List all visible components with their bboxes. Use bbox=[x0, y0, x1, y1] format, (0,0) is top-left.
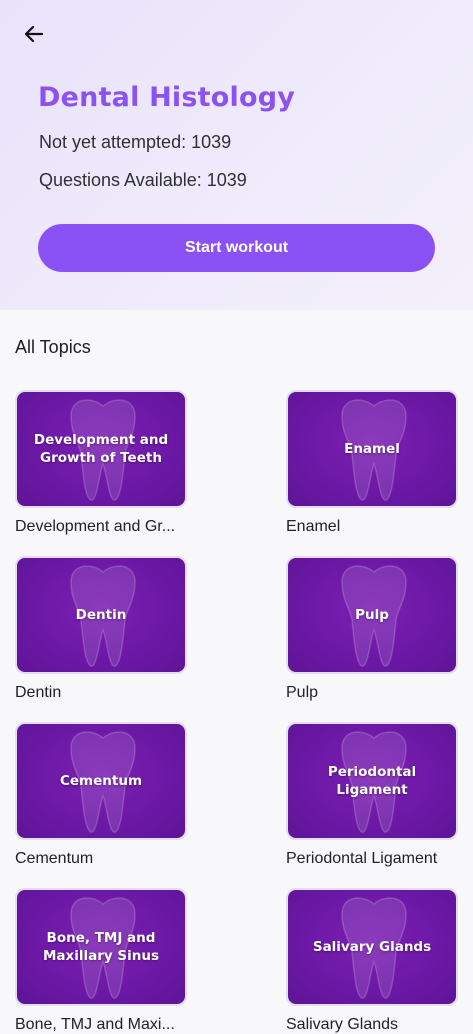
topic-tile: Development and Growth of Teeth bbox=[15, 390, 187, 508]
tile-title: Bone, TMJ and Maxillary Sinus bbox=[42, 930, 159, 964]
topic-card-development[interactable]: Development and Growth of Teeth Developme… bbox=[15, 390, 187, 536]
arrow-left-icon bbox=[24, 25, 44, 43]
topic-tile: Bone, TMJ and Maxillary Sinus bbox=[15, 888, 187, 1006]
tile-title: Development and Growth of Teeth bbox=[33, 432, 169, 466]
tile-title: Salivary Glands bbox=[312, 939, 432, 955]
topic-card-cementum[interactable]: Cementum Cementum bbox=[15, 722, 187, 868]
tile-title: Dentin bbox=[75, 607, 127, 623]
not-attempted-count: Not yet attempted: 1039 bbox=[39, 132, 232, 152]
topic-label: Enamel bbox=[286, 518, 341, 535]
topic-label: Bone, TMJ and Maxi... bbox=[15, 1016, 175, 1033]
topic-tile: Dentin bbox=[15, 556, 187, 674]
topic-label: Pulp bbox=[286, 684, 319, 701]
tile-title: Periodontal Ligament bbox=[327, 764, 417, 798]
tile-title: Cementum bbox=[59, 773, 143, 789]
section-title: All Topics bbox=[15, 337, 91, 357]
topic-card-pulp[interactable]: Pulp Pulp bbox=[286, 556, 458, 702]
topic-tile: Pulp bbox=[286, 556, 458, 674]
page-title: Dental Histology bbox=[38, 82, 296, 113]
topic-card-dentin[interactable]: Dentin Dentin bbox=[15, 556, 187, 702]
topic-card-salivary-glands[interactable]: Salivary Glands Salivary Glands bbox=[286, 888, 458, 1034]
topic-label: Salivary Glands bbox=[286, 1016, 399, 1033]
topic-label: Dentin bbox=[15, 684, 62, 701]
header-panel: Dental Histology Not yet attempted: 1039… bbox=[0, 0, 473, 310]
start-workout-button[interactable]: Start workout bbox=[38, 224, 435, 272]
back-button[interactable] bbox=[18, 20, 50, 48]
tile-title: Enamel bbox=[344, 441, 400, 457]
topic-card-enamel[interactable]: Enamel Enamel bbox=[286, 390, 458, 536]
topic-card-periodontal-ligament[interactable]: Periodontal Ligament Periodontal Ligamen… bbox=[286, 722, 458, 868]
topic-tile: Cementum bbox=[15, 722, 187, 840]
topic-tile: Periodontal Ligament bbox=[286, 722, 458, 840]
topic-label: Development and Gr... bbox=[15, 518, 176, 535]
questions-available-count: Questions Available: 1039 bbox=[39, 170, 247, 190]
topic-label: Cementum bbox=[15, 850, 94, 867]
topic-card-bone-tmj[interactable]: Bone, TMJ and Maxillary Sinus Bone, TMJ a… bbox=[15, 888, 187, 1034]
topic-tile: Enamel bbox=[286, 390, 458, 508]
topic-tile: Salivary Glands bbox=[286, 888, 458, 1006]
topic-label: Periodontal Ligament bbox=[286, 850, 438, 867]
tile-title: Pulp bbox=[355, 607, 389, 623]
